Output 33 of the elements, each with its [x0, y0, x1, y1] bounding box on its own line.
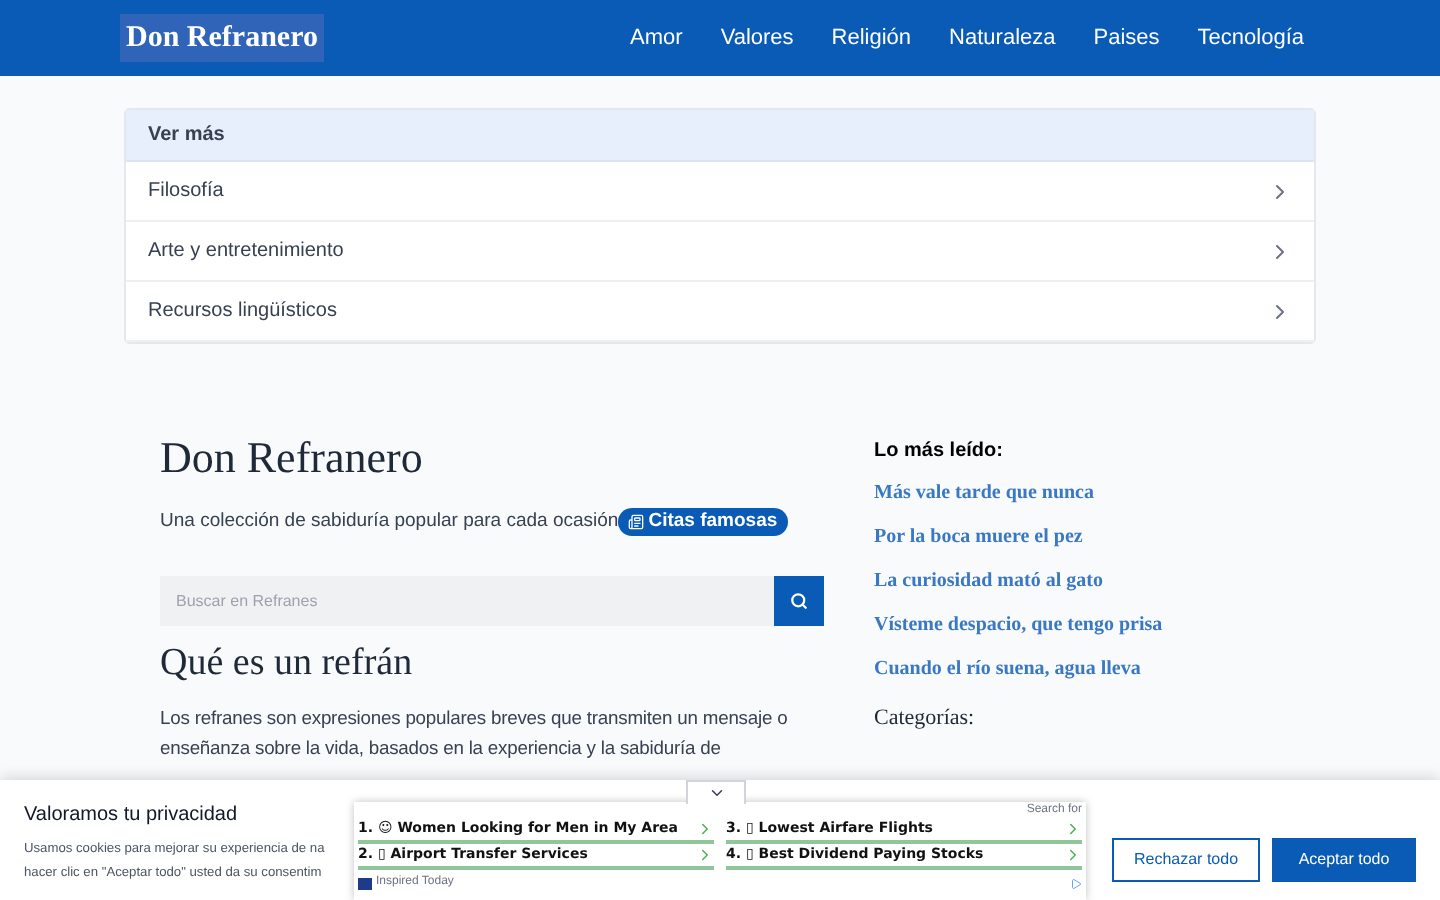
page-title: Don Refranero [160, 432, 425, 484]
cookie-button[interactable]: Rechazar todo [1112, 838, 1260, 882]
card-title: Ver más [148, 122, 225, 150]
nav-link[interactable]: Religión [831, 21, 912, 55]
category-row[interactable]: Recursos lingüísticos [126, 282, 1314, 342]
categories-heading: Categorías: [874, 704, 977, 734]
famous-quotes-badge[interactable]: Citas famosas [618, 508, 788, 537]
tagline: Una colección de sabiduría popular para cada ocasión [160, 508, 619, 536]
category-row[interactable]: Filosofía [126, 162, 1314, 222]
nav-link[interactable]: Valores [720, 21, 794, 55]
search-button[interactable] [774, 576, 824, 627]
proverb-link[interactable]: La curiosidad mató al gato [874, 570, 1163, 594]
nav-link[interactable]: Paises [1093, 21, 1160, 55]
intro-paragraph: Los refranes son expresiones populares breves que transmiten un mensaje o enseñanza sobre la vida, basados en la experiencia y la sabiduría de [160, 704, 790, 763]
chevron-down-icon [707, 784, 725, 802]
nav-link[interactable]: Amor [630, 21, 683, 55]
search-field[interactable]: Buscar en Refranes [160, 576, 774, 627]
section-heading: Qué es un refrán [160, 640, 415, 689]
proverb-link[interactable]: Más vale tarde que nunca [874, 482, 1163, 506]
cookie-button[interactable]: Aceptar todo [1272, 838, 1416, 882]
ad-logo-icon [358, 877, 372, 889]
proverb-link[interactable]: Vísteme despacio, que tengo prisa [874, 614, 1163, 638]
site-logo[interactable]: Don Refranero [120, 13, 324, 63]
proverb-link[interactable]: Por la boca muere el pez [874, 526, 1163, 550]
proverb-link[interactable]: Cuando el río suena, agua lleva [874, 658, 1163, 682]
play-icon [1070, 877, 1082, 889]
nav-link[interactable]: Naturaleza [949, 21, 1056, 55]
nav-link[interactable]: Tecnología [1197, 21, 1304, 55]
cookie-title: Valoramos tu privacidad [24, 802, 238, 830]
newspaper-icon [628, 514, 645, 531]
most-read-heading: Lo más leído: [874, 438, 1005, 466]
search-icon [790, 592, 808, 611]
category-row[interactable]: Arte y entretenimiento [126, 222, 1314, 282]
